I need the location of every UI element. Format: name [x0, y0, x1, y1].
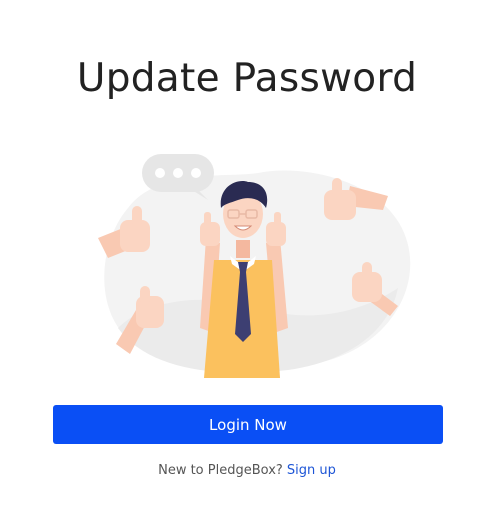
thumbs-up-person-illustration [98, 154, 411, 378]
login-now-button[interactable]: Login Now [53, 405, 443, 444]
signup-prompt: New to PledgeBox? Sign up [0, 463, 494, 478]
sign-up-link[interactable]: Sign up [287, 463, 336, 478]
signup-prompt-text: New to PledgeBox? [158, 463, 283, 478]
page-title: Update Password [76, 56, 418, 101]
